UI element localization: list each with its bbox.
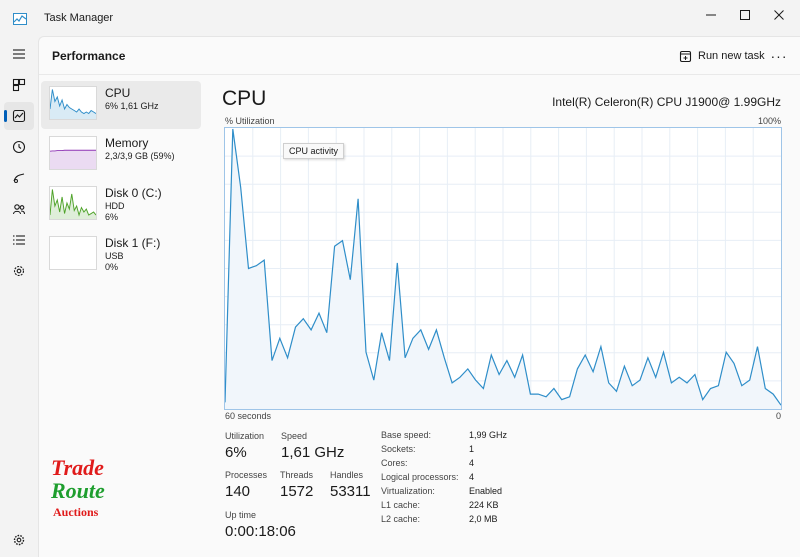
cpu-heading: CPU	[222, 87, 267, 110]
minimize-icon	[706, 14, 716, 16]
stat-speed: Speed 1,61 GHz	[281, 431, 344, 461]
nav-processes[interactable]	[4, 71, 34, 99]
memory-thumbnail-graph	[49, 136, 97, 170]
stat-label: Up time	[225, 510, 257, 520]
more-options-button[interactable]: ···	[765, 44, 793, 68]
maximize-icon	[740, 10, 750, 20]
stat-value: 1,61 GHz	[281, 444, 345, 461]
stat-value: 1572	[280, 483, 314, 500]
users-icon	[12, 204, 26, 215]
window-title: Task Manager	[44, 12, 114, 24]
spec-value: 224 KB	[469, 500, 499, 510]
stat-value: 53311	[330, 483, 371, 500]
spec-key: L2 cache:	[381, 514, 421, 524]
perf-item-detail: 2,3/3,9 GB (59%)	[105, 151, 175, 161]
performance-list: CPU 6% 1,61 GHz Memory 2,3/3,9 GB (59%) …	[41, 81, 203, 281]
page-header: Performance Run new task ···	[39, 37, 800, 75]
stat-value: 140	[225, 483, 251, 500]
spec-value: 2,0 MB	[469, 514, 498, 524]
hamburger-menu-icon	[13, 49, 25, 59]
cpu-model-name: Intel(R) Celeron(R) CPU J1900@ 1.99GHz	[552, 95, 781, 109]
perf-item-name: CPU	[105, 86, 131, 100]
stat-value: 0:00:18:06	[225, 523, 296, 540]
x-axis-left-label: 60 seconds	[225, 411, 272, 421]
stat-label: Speed	[281, 431, 308, 441]
close-button[interactable]	[756, 0, 800, 30]
stat-label: Handles	[330, 470, 364, 480]
nav-rail	[0, 36, 38, 557]
perf-item-name: Disk 0 (C:)	[105, 186, 162, 200]
spec-key: Sockets:	[381, 444, 416, 454]
thumbnail-area	[50, 150, 96, 169]
spec-key: Cores:	[381, 458, 408, 468]
run-task-icon	[679, 50, 692, 62]
perf-item-name: Disk 1 (F:)	[105, 236, 161, 250]
nav-app-history[interactable]	[4, 133, 34, 161]
spec-value: 4	[469, 472, 475, 482]
processes-icon	[12, 78, 26, 92]
x-axis-right-label: 0	[775, 411, 781, 421]
hamburger-menu-button[interactable]	[4, 40, 34, 68]
details-icon	[13, 235, 25, 245]
spec-value: 1,99 GHz	[469, 430, 508, 440]
spec-key: Logical processors:	[381, 472, 459, 482]
cpu-activity-tooltip: CPU activity	[283, 143, 345, 159]
y-axis-max-label: 100%	[757, 116, 781, 126]
close-icon	[774, 10, 784, 20]
spec-value: 4	[469, 458, 475, 468]
stat-processes: Processes 140	[225, 470, 267, 500]
disk-0-thumbnail-graph	[49, 186, 97, 220]
app-history-icon	[12, 140, 26, 154]
run-new-task-label: Run new task	[698, 50, 765, 62]
stat-handles: Handles 53311	[330, 470, 371, 500]
y-axis-label: % Utilization	[225, 116, 275, 126]
task-manager-app-icon	[13, 12, 27, 25]
spec-key: L1 cache:	[381, 500, 421, 510]
startup-apps-icon	[13, 173, 25, 183]
logo-line-2: Route	[51, 478, 105, 503]
spec-key: Base speed:	[381, 430, 432, 440]
nav-startup-apps[interactable]	[4, 164, 34, 192]
stat-label: Utilization	[225, 431, 265, 441]
logo-line-3: Auctions	[53, 505, 99, 519]
cpu-thumbnail-graph	[49, 86, 97, 120]
trade-route-auctions-logo: Trade Route Auctions	[51, 455, 141, 525]
spec-value: 1	[469, 444, 475, 454]
run-new-task-button[interactable]: Run new task	[673, 44, 771, 68]
perf-item-usage: 0%	[105, 262, 119, 272]
thumbnail-area	[50, 89, 96, 119]
perf-item-name: Memory	[105, 136, 149, 150]
perf-item-type: HDD	[105, 201, 125, 211]
gear-icon	[13, 534, 25, 546]
nav-users[interactable]	[4, 195, 34, 223]
stat-label: Processes	[225, 470, 268, 480]
stat-utilization: Utilization 6%	[225, 431, 264, 461]
stat-value: 6%	[225, 444, 247, 461]
nav-services[interactable]	[4, 257, 34, 285]
page-title: Performance	[52, 49, 126, 63]
perf-item-disk-1[interactable]: Disk 1 (F:) USB 0%	[41, 231, 201, 279]
cpu-utilization-graph[interactable]	[224, 127, 782, 410]
settings-button[interactable]	[4, 526, 34, 554]
stat-label: Threads	[280, 470, 314, 480]
disk-1-thumbnail-graph	[49, 236, 97, 270]
perf-item-detail: 6% 1,61 GHz	[105, 101, 159, 111]
nav-details[interactable]	[4, 226, 34, 254]
performance-icon	[12, 109, 26, 123]
perf-item-disk-0[interactable]: Disk 0 (C:) HDD 6%	[41, 181, 201, 229]
title-bar: Task Manager	[0, 0, 800, 36]
perf-item-usage: 6%	[105, 212, 119, 222]
nav-performance[interactable]	[4, 102, 34, 130]
spec-key: Virtualization:	[381, 486, 435, 496]
stat-up-time: Up time 0:00:18:06	[225, 510, 296, 540]
cpu-graph-svg	[225, 128, 781, 409]
perf-item-memory[interactable]: Memory 2,3/3,9 GB (59%)	[41, 131, 201, 179]
main-panel: Performance Run new task ··· CPU 6% 1,61…	[38, 36, 800, 557]
spec-value: Enabled	[469, 486, 503, 496]
stat-threads: Threads 1572	[280, 470, 313, 500]
services-icon	[13, 265, 25, 277]
perf-item-cpu[interactable]: CPU 6% 1,61 GHz	[41, 81, 201, 129]
perf-item-type: USB	[105, 251, 124, 261]
